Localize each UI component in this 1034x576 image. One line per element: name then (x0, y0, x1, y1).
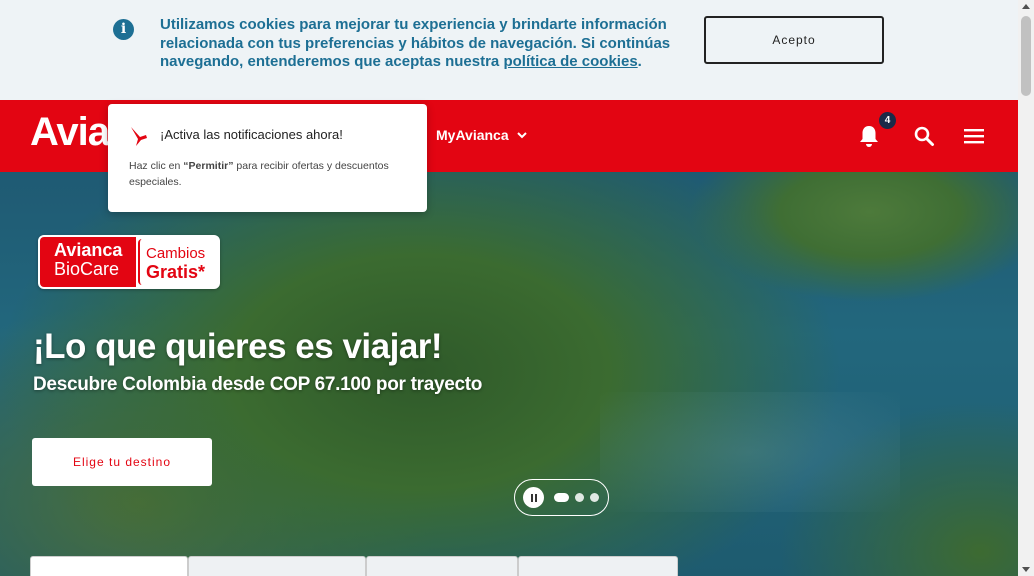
notification-title: ¡Activa las notificaciones ahora! (160, 127, 343, 142)
biocare-badge: Avianca BioCare Cambios Gratis* (38, 235, 220, 289)
scroll-up-arrow-icon[interactable] (1022, 4, 1030, 9)
hero-subtitle: Descubre Colombia desde COP 67.100 por t… (33, 374, 483, 395)
notification-body: Haz clic en “Permitir” para recibir ofer… (129, 158, 409, 190)
cookie-message-suffix: . (637, 53, 642, 70)
my-avianca-menu[interactable]: MyAvianca (436, 127, 527, 143)
scroll-down-arrow-icon[interactable] (1022, 567, 1030, 572)
cookie-consent-bar: i Utilizamos cookies para mejorar tu exp… (0, 0, 1018, 100)
booking-tab-2[interactable] (188, 556, 366, 576)
notification-body-prefix: Haz clic en (129, 160, 184, 172)
avianca-logo[interactable]: Avia (30, 110, 110, 155)
hero-title: ¡Lo que quieres es viajar! (33, 327, 443, 366)
avianca-bird-icon (131, 127, 147, 146)
notification-permission-popup: ¡Activa las notificaciones ahora! Haz cl… (108, 104, 427, 212)
notification-body-bold: “Permitir” (183, 160, 234, 172)
choose-destination-button[interactable]: Elige tu destino (32, 438, 212, 486)
carousel-dot-1[interactable] (554, 493, 569, 502)
biocare-badge-right: Cambios Gratis* (138, 239, 216, 285)
hamburger-menu-icon[interactable] (963, 127, 985, 145)
search-icon[interactable] (913, 125, 935, 147)
bell-icon[interactable] (858, 124, 880, 148)
booking-tab-4[interactable] (518, 556, 678, 576)
accept-cookies-button[interactable]: Acepto (704, 16, 884, 64)
gratis-label: Gratis* (146, 262, 206, 282)
cookie-message: Utilizamos cookies para mejorar tu exper… (160, 16, 690, 72)
my-avianca-label: MyAvianca (436, 127, 509, 143)
carousel-controls (514, 479, 609, 516)
carousel-dot-3[interactable] (590, 493, 599, 502)
biocare-line2: BioCare (54, 259, 120, 279)
chevron-down-icon (516, 131, 527, 138)
hero-banner: Avianca BioCare Cambios Gratis* ¡Lo que … (0, 172, 1018, 576)
pause-icon[interactable] (523, 487, 544, 508)
booking-tab-1[interactable] (30, 556, 188, 576)
notification-count-badge: 4 (879, 112, 896, 129)
info-icon: i (113, 19, 134, 40)
scrollbar-thumb[interactable] (1021, 16, 1031, 96)
hero-background-image (600, 392, 900, 512)
cookie-policy-link[interactable]: política de cookies (503, 53, 637, 70)
carousel-dot-2[interactable] (575, 493, 584, 502)
booking-tab-3[interactable] (366, 556, 518, 576)
cambios-label: Cambios (146, 245, 206, 262)
biocare-badge-left: Avianca BioCare (40, 237, 136, 287)
page: i Utilizamos cookies para mejorar tu exp… (0, 0, 1034, 576)
biocare-line1: Avianca (54, 240, 123, 260)
booking-tabs (30, 556, 678, 576)
page-scrollbar[interactable] (1018, 0, 1034, 576)
